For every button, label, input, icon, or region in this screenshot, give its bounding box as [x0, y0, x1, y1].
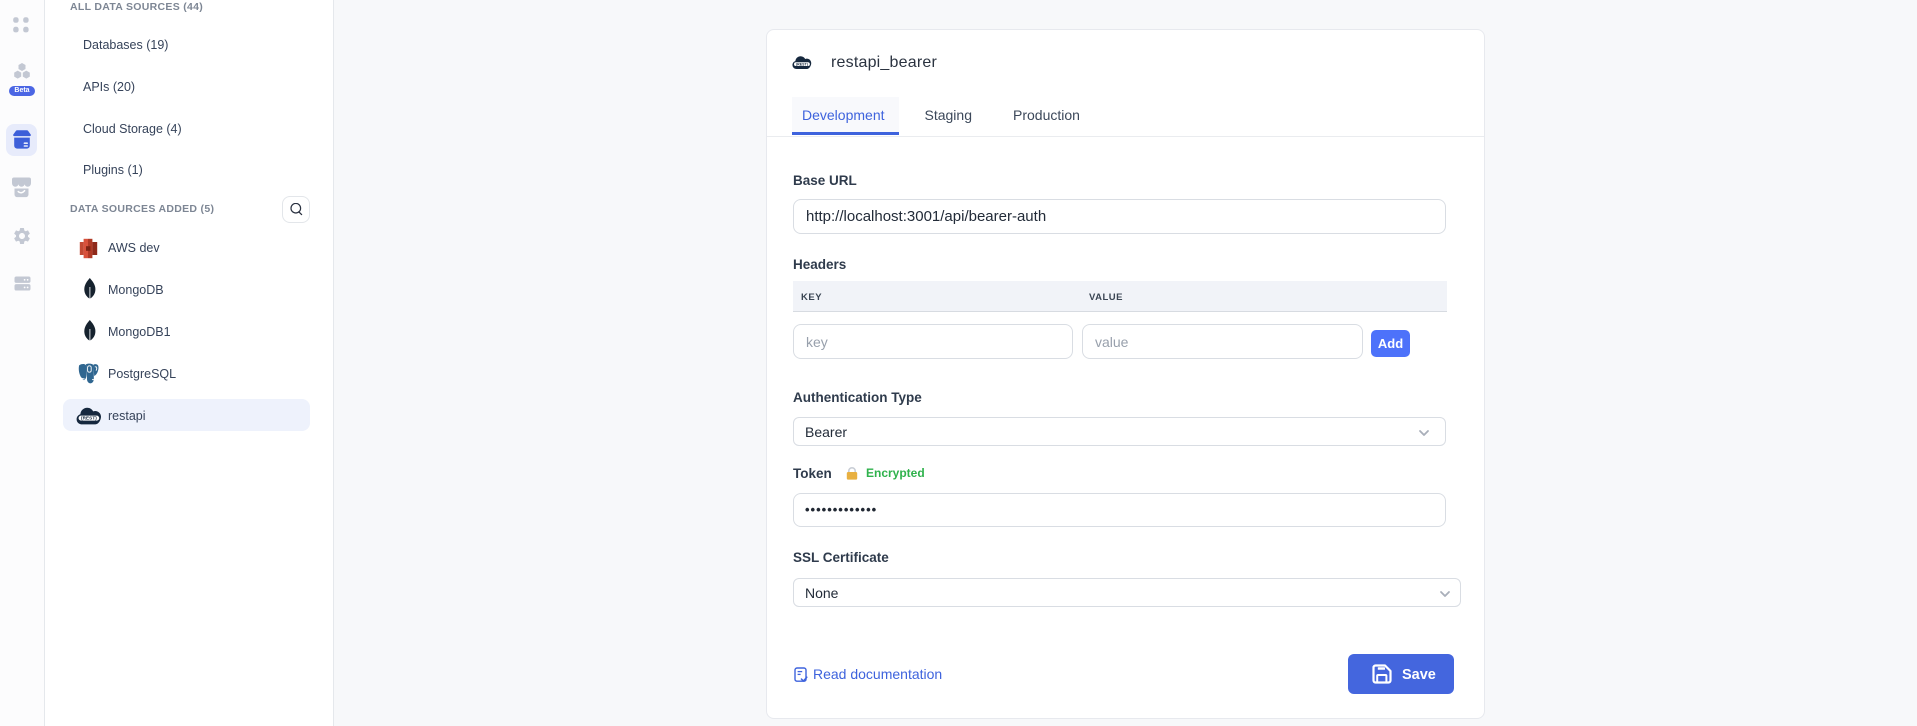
svg-text:(REST): (REST)	[81, 416, 97, 421]
svg-text:(REST): (REST)	[796, 62, 808, 66]
